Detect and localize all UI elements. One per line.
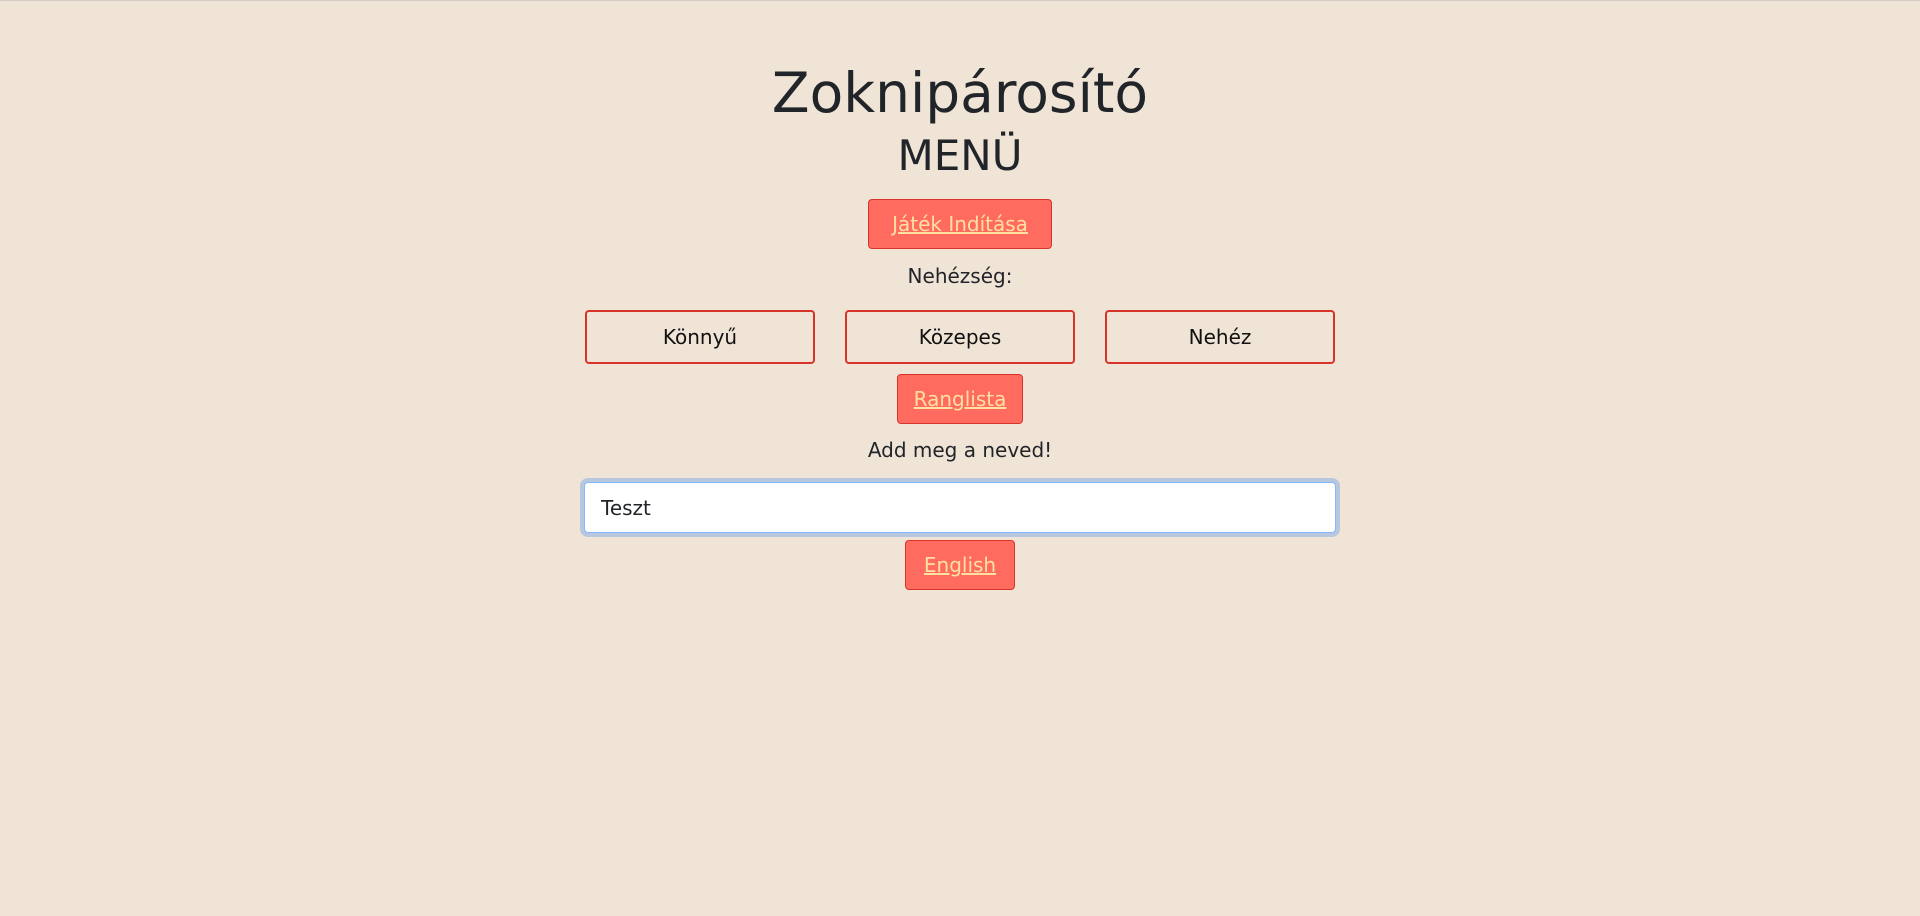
difficulty-easy-button[interactable]: Könnyű [585, 310, 815, 364]
page-title: Zoknipárosító [771, 61, 1149, 125]
name-prompt: Add meg a neved! [867, 438, 1053, 462]
difficulty-hard-button[interactable]: Nehéz [1105, 310, 1335, 364]
language-toggle-button[interactable]: English [905, 540, 1015, 590]
top-divider [0, 0, 1920, 1]
menu-page: Zoknipárosító MENÜ Játék Indítása Nehézs… [0, 0, 1920, 916]
difficulty-medium-button[interactable]: Közepes [845, 310, 1075, 364]
leaderboard-button[interactable]: Ranglista [897, 374, 1023, 424]
name-input[interactable] [584, 482, 1336, 533]
difficulty-label: Nehézség: [907, 264, 1013, 288]
start-game-button[interactable]: Játék Indítása [868, 199, 1052, 249]
menu-heading: MENÜ [897, 131, 1023, 180]
